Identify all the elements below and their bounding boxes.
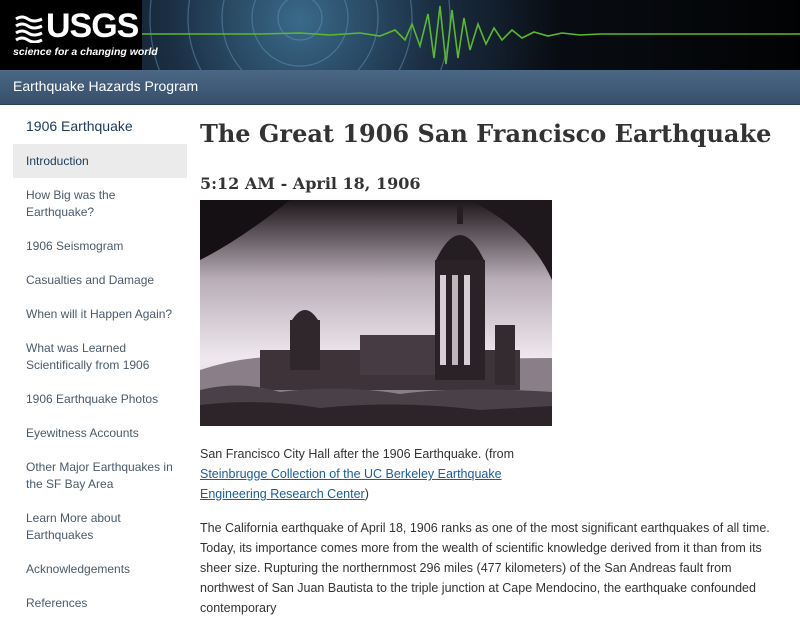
sidebar-item-how-big[interactable]: How Big was the Earthquake?	[13, 178, 187, 229]
sidebar-item-casualties[interactable]: Casualties and Damage	[13, 263, 187, 297]
sidebar-item-acknowledgements[interactable]: Acknowledgements	[13, 552, 187, 586]
header-banner: USGS science for a changing world	[0, 0, 800, 70]
intro-paragraph: The California earthquake of April 18, 1…	[200, 521, 770, 615]
usgs-wave-icon	[15, 15, 43, 43]
logo-tagline: science for a changing world	[13, 46, 158, 58]
page-subtitle: 5:12 AM - April 18, 1906	[200, 174, 421, 193]
steinbrugge-collection-link[interactable]: Steinbrugge Collection of the UC Berkele…	[200, 467, 502, 501]
logo-text: USGS	[46, 7, 139, 45]
sidebar-title[interactable]: 1906 Earthquake	[13, 110, 187, 144]
caption-text: San Francisco City Hall after the 1906 E…	[200, 447, 515, 461]
sidebar-item-seismogram[interactable]: 1906 Seismogram	[13, 229, 187, 263]
caption-close: )	[364, 487, 369, 501]
sidebar-nav: 1906 Earthquake Introduction How Big was…	[13, 110, 187, 620]
main-content: The Great 1906 San Francisco Earthquake …	[200, 112, 790, 618]
usgs-logo[interactable]: USGS science for a changing world	[0, 0, 158, 70]
sidebar-item-eyewitness[interactable]: Eyewitness Accounts	[13, 416, 187, 450]
page-title: The Great 1906 San Francisco Earthquake	[200, 119, 772, 148]
sidebar-item-learn-more[interactable]: Learn More about Earthquakes	[13, 501, 187, 552]
program-bar: Earthquake Hazards Program	[0, 70, 800, 105]
city-hall-photo	[200, 200, 552, 426]
sidebar-item-what-learned[interactable]: What was Learned Scientifically from 190…	[13, 331, 187, 382]
sidebar-item-references[interactable]: References	[13, 586, 187, 620]
sidebar-item-other-earthquakes[interactable]: Other Major Earthquakes in the SF Bay Ar…	[13, 450, 187, 501]
sidebar-item-introduction[interactable]: Introduction	[13, 144, 187, 178]
sidebar-item-photos[interactable]: 1906 Earthquake Photos	[13, 382, 187, 416]
program-link[interactable]: Earthquake Hazards Program	[13, 78, 198, 94]
sidebar-item-when-again[interactable]: When will it Happen Again?	[13, 297, 187, 331]
photo-caption: San Francisco City Hall after the 1906 E…	[200, 444, 530, 504]
